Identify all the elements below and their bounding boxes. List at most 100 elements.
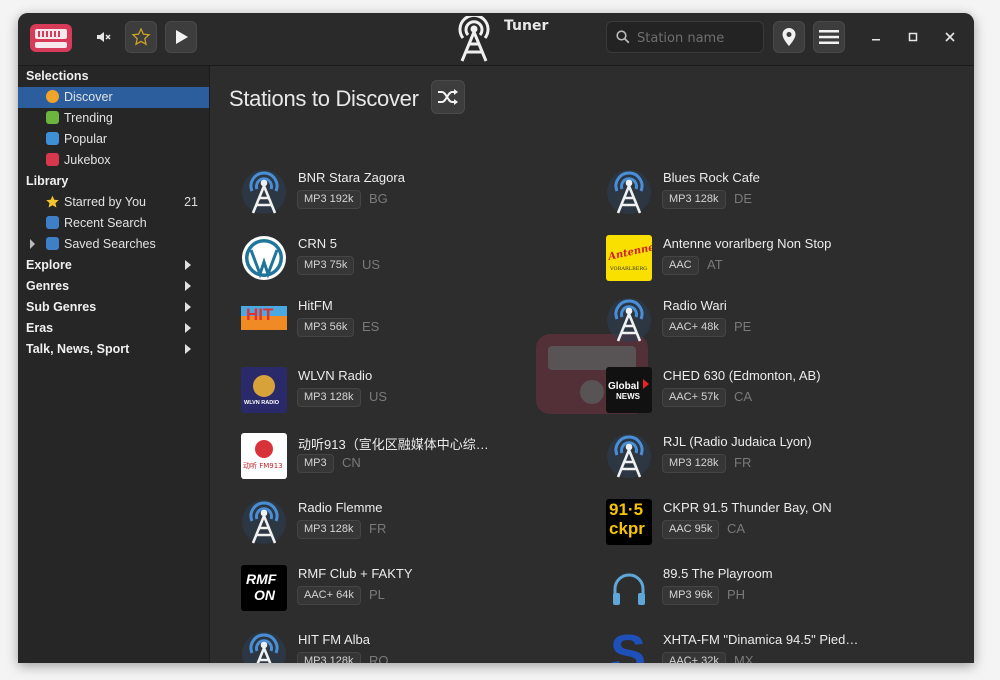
- maximize-icon: [908, 32, 918, 42]
- station-card[interactable]: Antenne VORARLBERG Antenne vorarlberg Non …: [606, 235, 936, 285]
- sidebar-section-genres[interactable]: Genres: [18, 276, 209, 297]
- wordpress-logo: [241, 235, 287, 281]
- search-input[interactable]: [635, 27, 763, 49]
- sidebar-item-saved-searches[interactable]: Saved Searches: [18, 234, 209, 255]
- speaker-muted-icon: [97, 32, 111, 42]
- main-menu-button[interactable]: [813, 21, 845, 53]
- minimize-button[interactable]: [862, 23, 890, 51]
- station-card[interactable]: CRN 5 MP3 75k US: [241, 235, 571, 285]
- tower-icon: [606, 433, 652, 479]
- station-card[interactable]: 89.5 The Playroom MP3 96k PH: [606, 565, 936, 615]
- station-name: 动听913（宣化区融媒体中心综…: [298, 437, 489, 452]
- station-name: WLVN Radio: [298, 368, 373, 383]
- sidebar-item-popular[interactable]: Popular: [18, 129, 209, 150]
- station-name: CHED 630 (Edmonton, AB): [663, 368, 821, 383]
- sidebar-section-sub-genres[interactable]: Sub Genres: [18, 297, 209, 318]
- station-card[interactable]: 动听 FM913 动听913（宣化区融媒体中心综… MP3 CN: [241, 433, 571, 483]
- codec-badge: MP3 75k: [297, 256, 355, 275]
- station-card[interactable]: 91·5 ckpr CKPR 91.5 Thunder Bay, ON AAC 95k…: [606, 499, 936, 549]
- station-card[interactable]: Blues Rock Cafe MP3 128k DE: [606, 169, 936, 219]
- sidebar-section-library: Library: [26, 174, 69, 188]
- headphones-icon: [606, 565, 652, 611]
- sidebar-item-discover[interactable]: Discover: [18, 87, 209, 108]
- app-window: Tuner Station name Selections Discover T…: [18, 13, 974, 663]
- station-name: BNR Stara Zagora: [298, 170, 405, 185]
- shuffle-button[interactable]: [431, 80, 465, 114]
- sidebar-section-selections: Selections: [26, 69, 89, 83]
- mute-button[interactable]: [87, 21, 119, 53]
- close-button[interactable]: [936, 23, 964, 51]
- codec-badge: MP3 128k: [297, 520, 361, 539]
- station-name: Radio Wari: [663, 298, 727, 313]
- submenu-arrow-icon: [185, 344, 191, 354]
- expand-arrow-icon[interactable]: [30, 239, 35, 249]
- country-code: US: [369, 389, 388, 404]
- folder-icon: [46, 237, 59, 250]
- header-bar: Tuner: [18, 13, 974, 66]
- station-card[interactable]: BNR Stara Zagora MP3 192k BG: [241, 169, 571, 219]
- hit-logo: HIT: [241, 297, 287, 343]
- global-news-logo: Global NEWS: [606, 367, 652, 413]
- codec-badge: MP3 192k: [297, 190, 361, 209]
- country-code: CN: [342, 455, 361, 470]
- station-name: CRN 5: [298, 236, 338, 251]
- codec-badge: MP3 128k: [662, 454, 726, 473]
- country-code: MX: [734, 653, 754, 663]
- starred-count: 21: [184, 195, 198, 209]
- tower-icon: [606, 169, 652, 215]
- country-code: AT: [707, 257, 723, 272]
- map-pin-icon: [782, 28, 796, 46]
- smiley-icon: [46, 90, 59, 103]
- maximize-button[interactable]: [899, 23, 927, 51]
- location-button[interactable]: [773, 21, 805, 53]
- codec-badge: AAC+ 32k: [662, 652, 726, 663]
- sidebar-item-starred[interactable]: Starred by You 21: [18, 192, 209, 213]
- sidebar-section-explore[interactable]: Explore: [18, 255, 209, 276]
- station-card[interactable]: RJL (Radio Judaica Lyon) MP3 128k FR: [606, 433, 936, 483]
- play-button[interactable]: [165, 21, 197, 53]
- country-code: PH: [727, 587, 746, 602]
- codec-badge: MP3 128k: [662, 190, 726, 209]
- s-logo: S: [606, 631, 652, 663]
- country-code: PL: [369, 587, 385, 602]
- star-button[interactable]: [125, 21, 157, 53]
- country-code: ES: [362, 319, 380, 334]
- sidebar-item-trending[interactable]: Trending: [18, 108, 209, 129]
- sidebar-item-recent-search[interactable]: Recent Search: [18, 213, 209, 234]
- country-code: PE: [734, 319, 752, 334]
- submenu-arrow-icon: [185, 302, 191, 312]
- station-card[interactable]: S XHTA-FM "Dinamica 94.5" Pied… AAC+ 32k MX: [606, 631, 936, 663]
- station-card[interactable]: Global NEWS CHED 630 (Edmonton, AB) AAC+ 57…: [606, 367, 936, 417]
- station-card[interactable]: Radio Flemme MP3 128k FR: [241, 499, 571, 549]
- country-code: CA: [734, 389, 753, 404]
- submenu-arrow-icon: [185, 323, 191, 333]
- station-name: 89.5 The Playroom: [663, 566, 773, 581]
- station-card[interactable]: RMF ON RMF Club + FAKTY AAC+ 64k PL: [241, 565, 571, 615]
- minimize-icon: [872, 39, 880, 41]
- station-card[interactable]: HIT FM Alba MP3 128k RO: [241, 631, 571, 663]
- station-card[interactable]: Radio Wari AAC+ 48k PE: [606, 297, 936, 347]
- radio-app-icon: [30, 24, 72, 52]
- station-card[interactable]: WLVN RADIO WLVN Radio MP3 128k US: [241, 367, 571, 417]
- fm913-logo: 动听 FM913: [241, 433, 287, 479]
- sidebar-section-eras[interactable]: Eras: [18, 318, 209, 339]
- country-code: RO: [369, 653, 389, 663]
- star-outline-icon: [131, 27, 151, 46]
- hamburger-menu-icon: [819, 30, 839, 44]
- jukebox-icon: [46, 153, 59, 166]
- station-name: Antenne vorarlberg Non Stop: [663, 236, 832, 251]
- country-code: FR: [734, 455, 752, 470]
- shuffle-icon: [438, 89, 458, 105]
- sidebar: Selections Discover Trending Popular Juk…: [18, 66, 210, 663]
- folder-icon: [46, 216, 59, 229]
- codec-badge: AAC+ 48k: [662, 318, 726, 337]
- sidebar-section-talk-news-sport[interactable]: Talk, News, Sport: [18, 339, 209, 360]
- main-content: Stations to Discover BNR Stara Zagora MP3…: [210, 66, 974, 663]
- ckpr-logo: 91·5 ckpr: [606, 499, 652, 545]
- station-search-box[interactable]: [606, 21, 764, 53]
- sidebar-item-jukebox[interactable]: Jukebox: [18, 150, 209, 171]
- country-code: CA: [727, 521, 746, 536]
- station-card[interactable]: HIT HitFM MP3 56k ES: [241, 297, 571, 347]
- station-name: Blues Rock Cafe: [663, 170, 760, 185]
- page-title: Stations to Discover: [229, 86, 419, 111]
